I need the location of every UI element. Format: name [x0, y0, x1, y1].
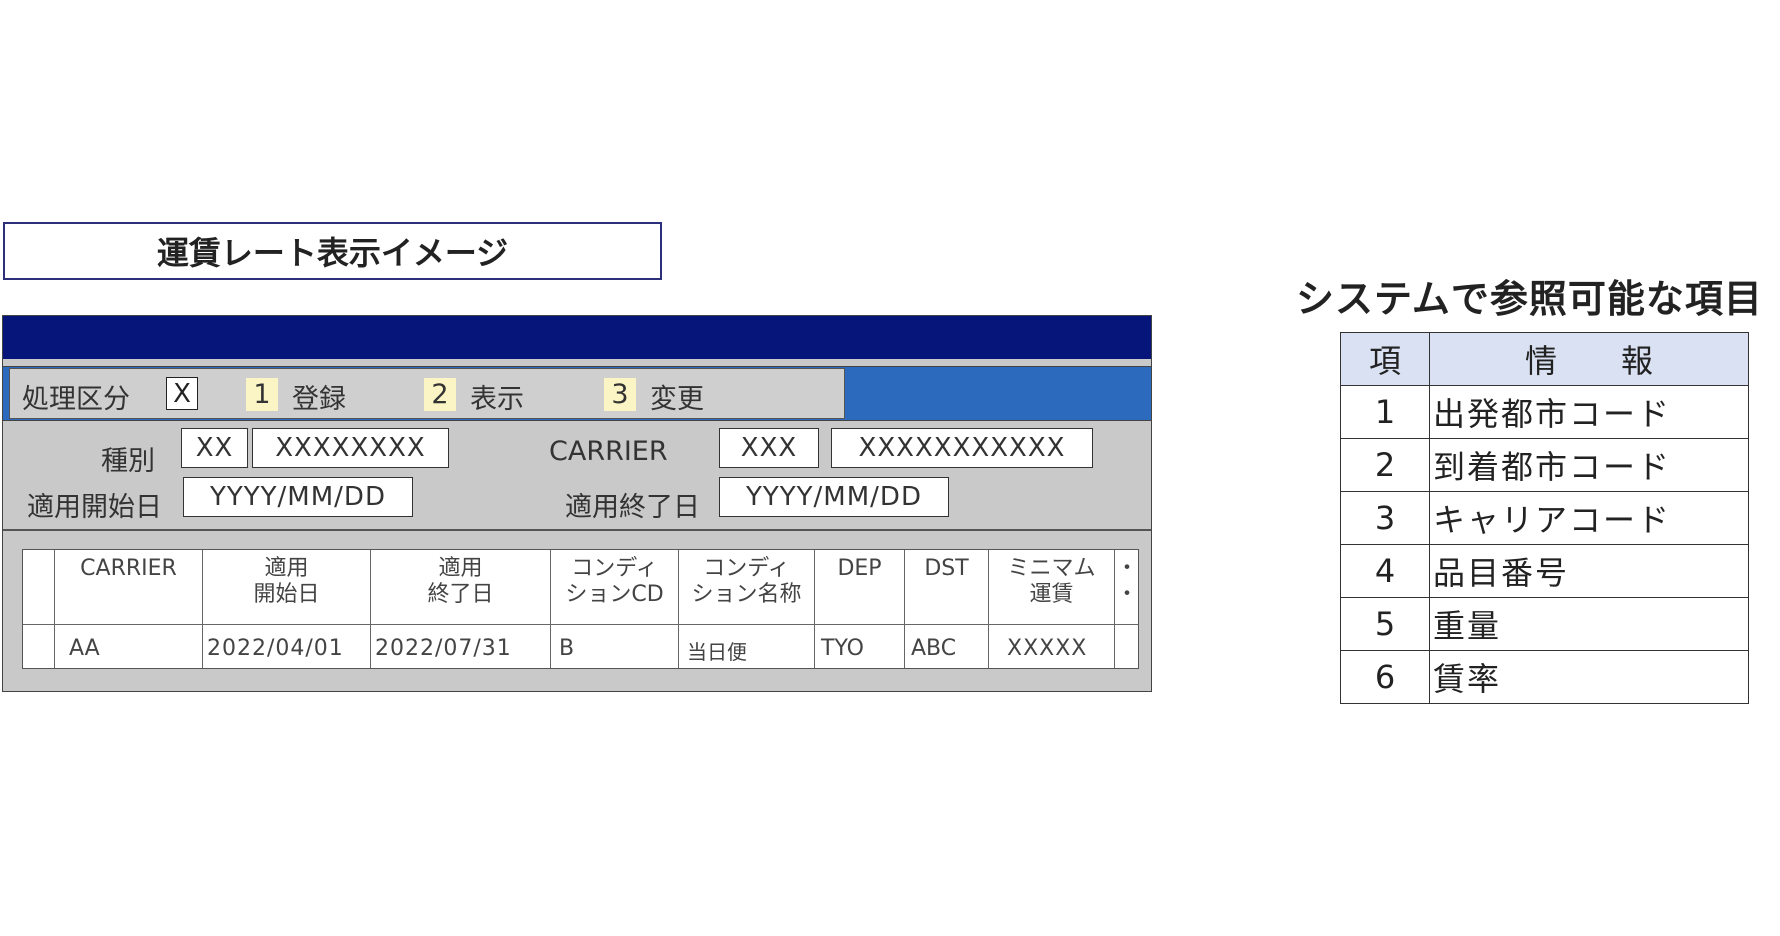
kind-label: 種別	[101, 446, 155, 477]
kind-name-field[interactable]: XXXXXXXX	[252, 428, 449, 468]
cell-start-date: 2022/04/01	[207, 636, 344, 661]
app-window: 処理区分 X 1 登録 2 表示 3 変更 種別 XX XXXXXXXX CAR…	[2, 315, 1152, 692]
mode-option-3-label[interactable]: 変更	[650, 377, 704, 416]
window-titlebar	[3, 316, 1151, 359]
mode-option-2-number[interactable]: 2	[424, 378, 456, 411]
item-no: 5	[1340, 597, 1430, 651]
cell-dst: ABC	[911, 636, 957, 661]
item-info: 賃率	[1429, 650, 1749, 704]
col-divider	[678, 550, 679, 668]
mode-option-1-number[interactable]: 1	[246, 378, 278, 411]
mode-label: 処理区分	[22, 384, 130, 415]
cell-dep: TYO	[821, 636, 864, 661]
col-header-condition-name[interactable]: コンディ ション名称	[679, 556, 815, 624]
start-date-label: 適用開始日	[27, 492, 162, 523]
mode-bar: 処理区分 X 1 登録 2 表示 3 変更	[9, 368, 845, 419]
item-no: 1	[1340, 385, 1430, 439]
item-info: 出発都市コード	[1429, 385, 1749, 439]
item-no: 3	[1340, 491, 1430, 545]
item-info: 重量	[1429, 597, 1749, 651]
table-row: 6 賃率	[1340, 650, 1749, 704]
table-row: 4 品目番号	[1340, 544, 1749, 598]
mode-option-3-number[interactable]: 3	[604, 378, 636, 411]
end-date-label: 適用終了日	[565, 492, 700, 523]
start-date-field[interactable]: YYYY/MM/DD	[183, 477, 413, 517]
col-divider	[1114, 550, 1115, 668]
carrier-label: CARRIER	[549, 436, 668, 467]
mode-option-1-label[interactable]: 登録	[292, 377, 346, 416]
cell-condition-name: 当日便	[687, 640, 747, 664]
col-divider	[202, 550, 203, 668]
search-form: 種別 XX XXXXXXXX CARRIER XXX XXXXXXXXXXX 適…	[3, 421, 1151, 531]
mode-option-2-label[interactable]: 表示	[470, 377, 524, 416]
reference-heading: システムで参照可能な項目	[1296, 277, 1763, 321]
kind-code-field[interactable]: XX	[181, 428, 248, 468]
header-row-divider	[23, 624, 1138, 625]
mode-checkbox[interactable]: X	[166, 377, 198, 410]
col-header-info: 情 報	[1429, 332, 1749, 386]
titlebar-separator	[3, 359, 1151, 366]
col-header-no: 項	[1340, 332, 1430, 386]
col-header-minimum-fare[interactable]: ミニマム 運賃	[989, 556, 1115, 624]
col-header-carrier[interactable]: CARRIER	[55, 556, 203, 624]
cell-minimum-fare: XXXXX	[1007, 636, 1088, 661]
col-divider	[370, 550, 371, 668]
cell-end-date: 2022/07/31	[375, 636, 512, 661]
col-divider	[988, 550, 989, 668]
item-no: 4	[1340, 544, 1430, 598]
carrier-code-field[interactable]: XXX	[719, 428, 819, 468]
page-title: 運賃レート表示イメージ	[3, 222, 662, 280]
item-info: 品目番号	[1429, 544, 1749, 598]
item-no: 6	[1340, 650, 1430, 704]
reference-table: 項 情 報 1 出発都市コード 2 到着都市コード 3 キャリアコード 4 品目番号 5…	[1340, 332, 1749, 704]
col-header-more[interactable]: ・ ・	[1115, 556, 1139, 624]
table-row: 3 キャリアコード	[1340, 491, 1749, 545]
table-row: 2 到着都市コード	[1340, 438, 1749, 492]
table-row: 5 重量	[1340, 597, 1749, 651]
cell-condition-cd: B	[559, 636, 575, 661]
col-header-end-date[interactable]: 適用 終了日	[371, 556, 551, 624]
col-header-dst[interactable]: DST	[905, 556, 989, 624]
col-divider	[904, 550, 905, 668]
rate-table: CARRIER 適用 開始日 適用 終了日 コンディ ションCD コンディ ショ…	[22, 549, 1139, 669]
item-info: キャリアコード	[1429, 491, 1749, 545]
row-selector-column	[23, 550, 55, 668]
item-info: 到着都市コード	[1429, 438, 1749, 492]
carrier-name-field[interactable]: XXXXXXXXXXX	[831, 428, 1093, 468]
item-no: 2	[1340, 438, 1430, 492]
cell-carrier: AA	[69, 636, 100, 661]
reference-table-header: 項 情 報	[1340, 332, 1749, 386]
col-divider	[814, 550, 815, 668]
col-header-start-date[interactable]: 適用 開始日	[203, 556, 371, 624]
end-date-field[interactable]: YYYY/MM/DD	[719, 477, 949, 517]
table-row: 1 出発都市コード	[1340, 385, 1749, 439]
col-header-condition-cd[interactable]: コンディ ションCD	[551, 556, 679, 624]
col-divider	[550, 550, 551, 668]
col-header-dep[interactable]: DEP	[815, 556, 905, 624]
